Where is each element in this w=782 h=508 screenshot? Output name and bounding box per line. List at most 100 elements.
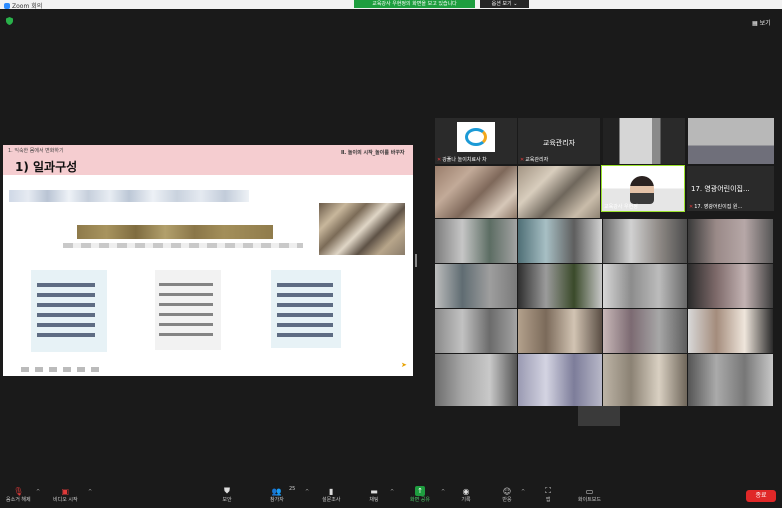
app-title-text: Zoom 회의 [12,3,43,10]
resize-handle[interactable] [415,254,417,267]
share-options-caret[interactable]: ^ [441,489,445,495]
pixelated-card-text [159,283,213,337]
screen-share-banner: 교육강사 우현정의 화면을 보고 있습니다 [354,0,475,8]
share-arrow-icon: ↑ [415,486,425,496]
pixelated-video [688,264,773,308]
reactions-options-caret[interactable]: ^ [521,489,525,495]
mute-label: 음소거 해제 [6,497,31,503]
participant-tile[interactable] [518,166,600,218]
video-label: 비디오 시작 [53,497,78,503]
participant-tile[interactable] [603,118,685,164]
whiteboard-icon: ▭ [585,486,594,496]
pixelated-video [603,309,687,353]
participant-tile[interactable]: 17. 영광어린이집... ✕17. 영광어린이집 원... [687,166,774,211]
pixelated-video [435,309,517,353]
video-options-caret[interactable]: ^ [88,489,92,495]
share-label: 화면 공유 [410,497,430,503]
mic-muted-icon: ✕ [520,157,525,163]
video-button[interactable]: ▣ 비디오 시작 [53,486,78,504]
audio-options-caret[interactable]: ^ [36,489,40,495]
people-icon: 👥 [271,486,282,496]
participant-name: 17. 영광어린이집... [691,185,750,193]
smiley-icon: ☺ [502,486,512,496]
pixelated-card-text [37,283,95,337]
meeting-toolbar: 🎙 음소거 해제 ^ ▣ 비디오 시작 ^ ⛊ 보안 👥 참가자 25 ^ ▮ … [0,484,782,508]
chat-options-caret[interactable]: ^ [390,489,394,495]
participant-name: 교육관리자 [542,139,576,147]
chat-bubble-icon: ▬ [370,486,378,496]
security-shield-icon [6,17,13,25]
participant-tile[interactable]: 교육관리자 ✕교육관리자 [518,118,600,164]
pixelated-video [435,354,517,406]
pixelated-video [518,354,602,406]
record-icon: ◉ [462,486,470,496]
participant-tile[interactable] [435,166,517,218]
reactions-label: 반응 [502,497,512,503]
pixelated-video [603,354,687,406]
mute-button[interactable]: 🎙 음소거 해제 [6,486,31,504]
pixelated-video [578,406,620,426]
zoom-logo-icon [4,2,10,9]
pixelated-footer-text [21,367,101,372]
polls-label: 설문조사 [322,497,341,503]
shield-icon: ⛊ [224,486,230,495]
apps-label: 앱 [545,497,551,503]
security-label: 보안 [222,497,232,503]
slide-section-label: Ⅱ. 놀이의 시작_놀이를 바꾸자 [341,150,405,156]
whiteboard-button[interactable]: ▭ 화이트보드 [578,486,602,504]
pixelated-video [603,264,687,308]
pixelated-card-text [277,283,333,337]
participants-button[interactable]: 👥 참가자 [270,486,284,504]
shared-screen: 1. 익숙한 몸에서 변화하기 Ⅱ. 놀이의 시작_놀이를 바꾸자 1) 일과구… [3,145,413,376]
video-off-icon: ▣ [61,486,70,496]
apps-grid-icon: ⛶ [545,486,551,495]
participant-label: ✕교육관리자 [520,157,549,163]
security-button[interactable]: ⛊ 보안 [222,486,232,503]
pixelated-video [688,354,773,406]
microphone-muted-icon: 🎙 [13,486,24,496]
participant-tile[interactable] [688,118,774,164]
pixelated-video [518,264,602,308]
pixelated-text-line [9,190,249,202]
view-options-button[interactable]: 옵션 보기 ⌄ [480,0,529,8]
participants-options-caret[interactable]: ^ [305,489,309,495]
participants-count: 25 [289,486,296,492]
pixelated-video [688,309,773,353]
reactions-button[interactable]: ☺ 반응 [502,486,512,504]
apps-button[interactable]: ⛶ 앱 [543,486,553,503]
pixelated-video [518,219,602,263]
slide-title: 1) 일과구성 [15,160,78,174]
participant-tile[interactable]: ✕강풀나 놀이치료사 차 [435,118,517,164]
end-meeting-button[interactable]: 종료 [746,490,776,502]
pixelated-video [688,219,773,263]
participant-label: ✕강풀나 놀이치료사 차 [437,157,487,163]
chat-label: 채팅 [369,497,379,503]
participant-label: ✕17. 영광어린이집 원... [689,204,743,210]
slide-subtitle: 1. 익숙한 몸에서 변화하기 [8,148,64,154]
pixelated-text-line [63,243,303,248]
bar-chart-icon: ▮ [329,486,334,496]
gallery-view-button[interactable]: ▦ 보기 [752,18,771,27]
participant-video-grid [435,219,773,406]
record-label: 기록 [461,497,471,503]
pixelated-video [518,309,602,353]
share-screen-button[interactable]: ↑ 화면 공유 [410,486,430,503]
mic-muted-icon: ✕ [437,157,442,163]
pixelated-video [435,264,517,308]
chat-button[interactable]: ▬ 채팅 [369,486,379,504]
pixelated-highlight-bar [77,225,273,239]
slide-logo-icon: ➤ [401,361,407,369]
mic-muted-icon: ✕ [689,204,694,210]
whiteboard-label: 화이트보드 [578,497,602,503]
participant-label: 교육강사 우현정 [604,204,638,210]
participant-video [630,176,654,204]
record-button[interactable]: ◉ 기록 [461,486,471,504]
participant-logo-image [457,122,495,152]
pixelated-video [435,219,517,263]
participant-tile-active-speaker[interactable]: 교육강사 우현정 [601,165,685,212]
app-title: Zoom 회의 [4,1,42,10]
pixelated-image [319,203,405,255]
participants-label: 참가자 [270,497,284,503]
polls-button[interactable]: ▮ 설문조사 [322,486,341,504]
pixelated-video [603,219,687,263]
